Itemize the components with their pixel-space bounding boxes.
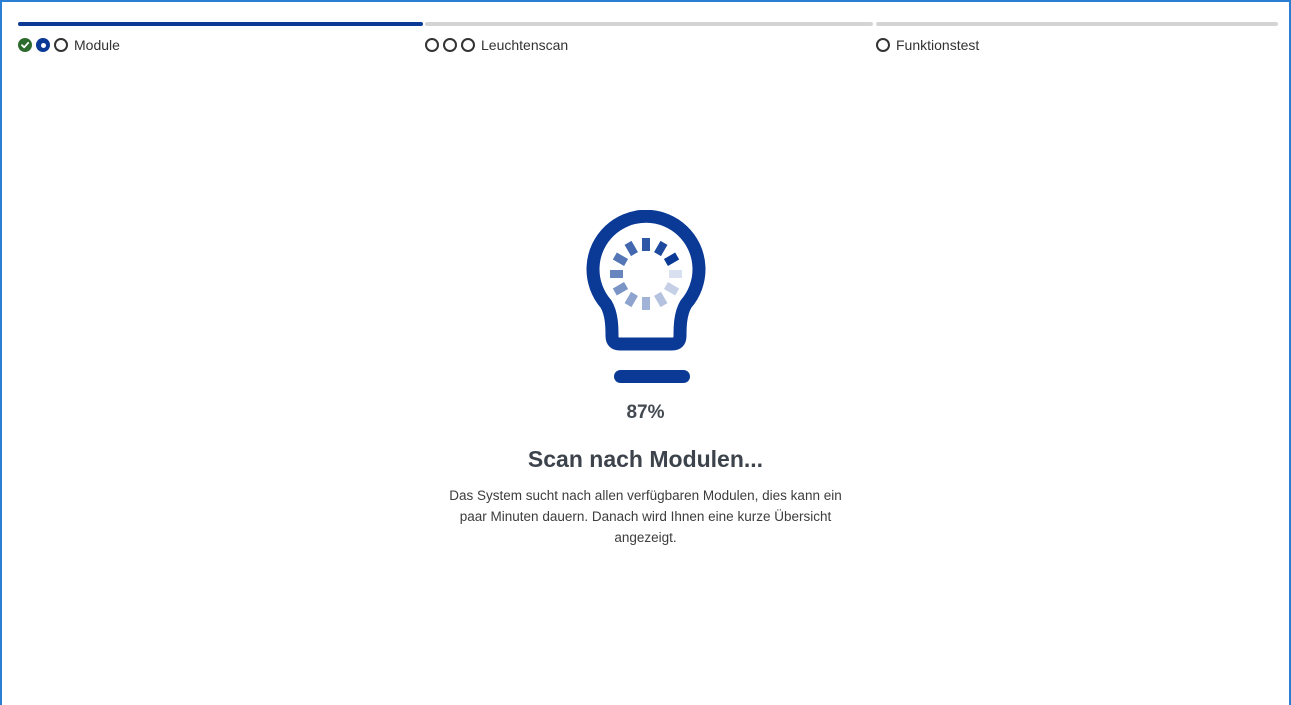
- spinner-segment: [663, 282, 679, 296]
- scan-description: Das System sucht nach allen verfügbaren …: [449, 488, 842, 545]
- scan-panel: 87% Scan nach Modulen... Das System such…: [0, 210, 1291, 548]
- step-module-dot-3: [54, 38, 68, 52]
- scan-title: Scan nach Modulen...: [527, 446, 764, 472]
- step-leuchtenscan-label: Leuchtenscan: [481, 37, 569, 53]
- spinner-segment: [624, 291, 638, 308]
- spinner-segment: [663, 252, 679, 266]
- step-module-dot-2: [36, 38, 50, 52]
- step-funktionstest[interactable]: Funktionstest: [876, 36, 979, 54]
- stepper-bar-module: [18, 22, 423, 26]
- step-funktionstest-dot-1: [876, 38, 890, 52]
- check-icon: [21, 41, 30, 49]
- spinner-segment: [624, 240, 638, 257]
- progress-percent: 87%: [626, 402, 665, 423]
- spinner-icon: [609, 238, 682, 310]
- step-leuchtenscan[interactable]: Leuchtenscan: [425, 36, 568, 54]
- stepper-bar-leuchtenscan: [425, 22, 873, 26]
- step-module-label: Module: [74, 37, 120, 53]
- step-leuchtenscan-dot-3: [461, 38, 475, 52]
- step-leuchtenscan-dot-1: [425, 38, 439, 52]
- bulb-outline: [586, 210, 705, 351]
- step-funktionstest-label: Funktionstest: [896, 37, 980, 53]
- spinner-segment: [612, 252, 628, 266]
- spinner-segment: [653, 240, 667, 257]
- step-module[interactable]: Module: [18, 36, 120, 54]
- spinner-segment: [612, 282, 628, 296]
- stepper-bar-funktionstest: [876, 22, 1278, 26]
- step-leuchtenscan-dot-2: [443, 38, 457, 52]
- step-module-dot-1: [18, 38, 32, 52]
- stepper-bars: [18, 22, 1278, 26]
- lightbulb-spinner-icon: [586, 210, 705, 383]
- bulb-base: [613, 370, 690, 383]
- spinner-segment: [653, 291, 667, 308]
- progress-stepper: Module Leuchtenscan Funktionstest: [18, 22, 1278, 62]
